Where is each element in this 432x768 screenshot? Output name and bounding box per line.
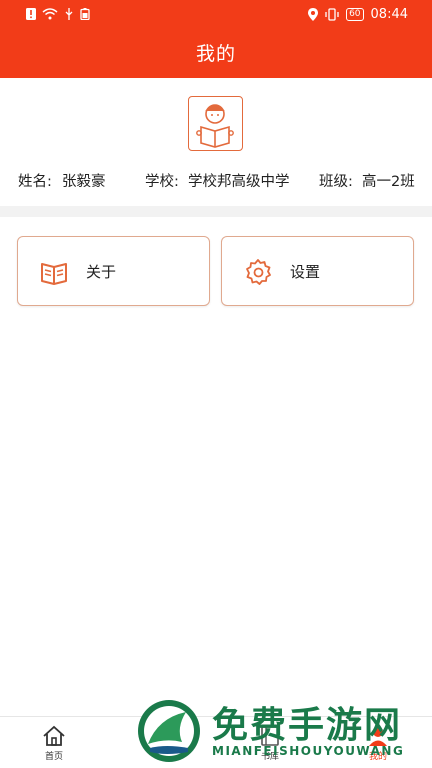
- wifi-icon: [42, 8, 58, 20]
- home-icon: [43, 725, 65, 746]
- status-time: 08:44: [370, 7, 408, 22]
- settings-label: 设置: [290, 263, 321, 281]
- tab-home-label: 首页: [44, 752, 63, 762]
- watermark: 免费手游网 MIANFEISHOUYOUWANG: [136, 690, 426, 766]
- status-right-icons: 60 08:44: [308, 7, 408, 22]
- watermark-title: 免费手游网: [212, 705, 403, 746]
- about-label: 关于: [86, 263, 117, 281]
- book-icon: [41, 263, 67, 285]
- usb-icon: [65, 8, 73, 20]
- about-card[interactable]: 关于: [17, 236, 210, 306]
- profile-info-row: 姓名: 张毅豪 学校: 学校邦高级中学 班级: 高一2班: [0, 170, 432, 190]
- tab-home[interactable]: 首页: [24, 717, 84, 768]
- page-title: 我的: [195, 43, 236, 65]
- school-label: 学校:: [145, 174, 179, 190]
- settings-card[interactable]: 设置: [221, 236, 414, 306]
- name-label: 姓名:: [18, 174, 52, 190]
- name-value: 张毅豪: [62, 174, 106, 190]
- status-bar: 60 08:44: [0, 0, 432, 30]
- alert-icon: [26, 8, 36, 20]
- status-left-icons: [26, 8, 90, 20]
- battery-indicator: 60: [346, 8, 364, 21]
- school-value: 学校邦高级中学: [188, 174, 290, 190]
- header: 我的: [0, 30, 432, 78]
- boy-reading-icon: [196, 104, 234, 148]
- avatar[interactable]: [188, 96, 243, 151]
- section-divider: [0, 206, 432, 217]
- watermark-subtitle: MIANFEISHOUYOUWANG: [212, 744, 405, 758]
- location-icon: [308, 8, 319, 21]
- class-label: 班级:: [319, 174, 353, 190]
- class-value: 高一2班: [362, 174, 415, 190]
- watermark-logo: [138, 700, 200, 762]
- battery-saver-icon: [80, 8, 90, 20]
- gear-icon: [246, 259, 271, 285]
- vibrate-icon: [325, 8, 339, 21]
- profile-section: 姓名: 张毅豪 学校: 学校邦高级中学 班级: 高一2班: [0, 78, 432, 204]
